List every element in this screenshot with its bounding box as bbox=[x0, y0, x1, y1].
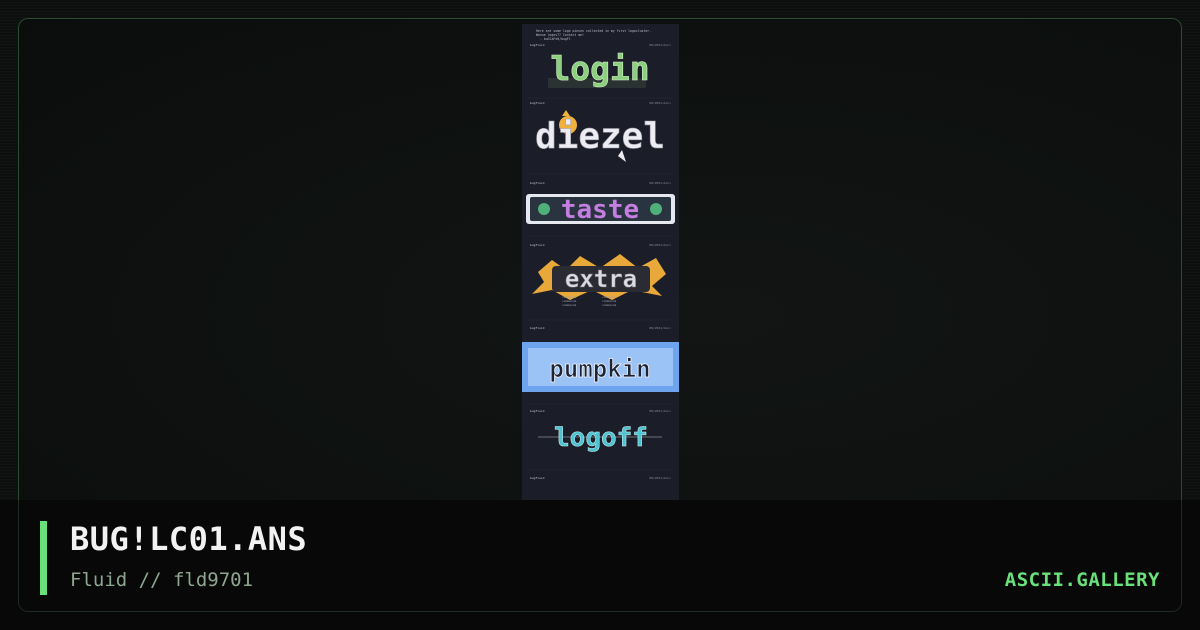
ansi-art-preview[interactable]: Here are some logo pieces collected in m… bbox=[522, 24, 679, 500]
logo-5-header-left: bugfluid bbox=[530, 326, 545, 330]
logo-1-header-left: bugfluid bbox=[530, 43, 545, 47]
svg-text:taste: taste bbox=[561, 195, 639, 225]
svg-text:commands: commands bbox=[562, 303, 577, 307]
logo-logoff: logoff bbox=[538, 423, 662, 453]
logo-extra: extra bbox=[532, 254, 666, 300]
svg-text:extra: extra bbox=[565, 265, 637, 293]
logo-2-header-left: bugfluid bbox=[530, 101, 545, 105]
logo-6-header-right: 08/2021/mini bbox=[649, 409, 671, 413]
svg-text:commands: commands bbox=[602, 303, 617, 307]
logo-diezel: diezel bbox=[535, 110, 665, 162]
file-title: BUG!LC01.ANS bbox=[70, 520, 308, 558]
logo-4-header-left: bugfluid bbox=[530, 243, 545, 247]
last-header-right: 08/2021/mini bbox=[649, 476, 671, 480]
logo-6-header-left: bugfluid bbox=[530, 409, 545, 413]
accent-bar bbox=[40, 521, 47, 595]
logo-login: login bbox=[548, 49, 650, 88]
logo-taste: taste bbox=[526, 194, 675, 225]
svg-text:pumpkin: pumpkin bbox=[549, 355, 650, 383]
logo-pumpkin: pumpkin bbox=[522, 342, 679, 392]
svg-text:diezel: diezel bbox=[535, 116, 665, 157]
last-header-left: bugfluid bbox=[530, 476, 545, 480]
svg-text:login: login bbox=[550, 49, 649, 88]
logo-2-header-right: 08/2021/mini bbox=[649, 101, 671, 105]
artist-subtitle: Fluid // fld9701 bbox=[70, 569, 254, 591]
extra-menu: commands commands commands commands comm… bbox=[562, 295, 617, 307]
site-brand-link[interactable]: ASCII.GALLERY bbox=[1005, 569, 1160, 591]
logo-4-header-right: 08/2021/mini bbox=[649, 243, 671, 247]
logo-3-header-right: 08/2021/mini bbox=[649, 181, 671, 185]
intro-line-3: - buGlaFe0/bugFl bbox=[540, 37, 571, 41]
logo-1-header-right: 08/2021/mini bbox=[649, 43, 671, 47]
logo-3-header-left: bugfluid bbox=[530, 181, 545, 185]
svg-text:logoff: logoff bbox=[554, 423, 648, 453]
logo-5-header-right: 08/2021/mini bbox=[649, 326, 671, 330]
